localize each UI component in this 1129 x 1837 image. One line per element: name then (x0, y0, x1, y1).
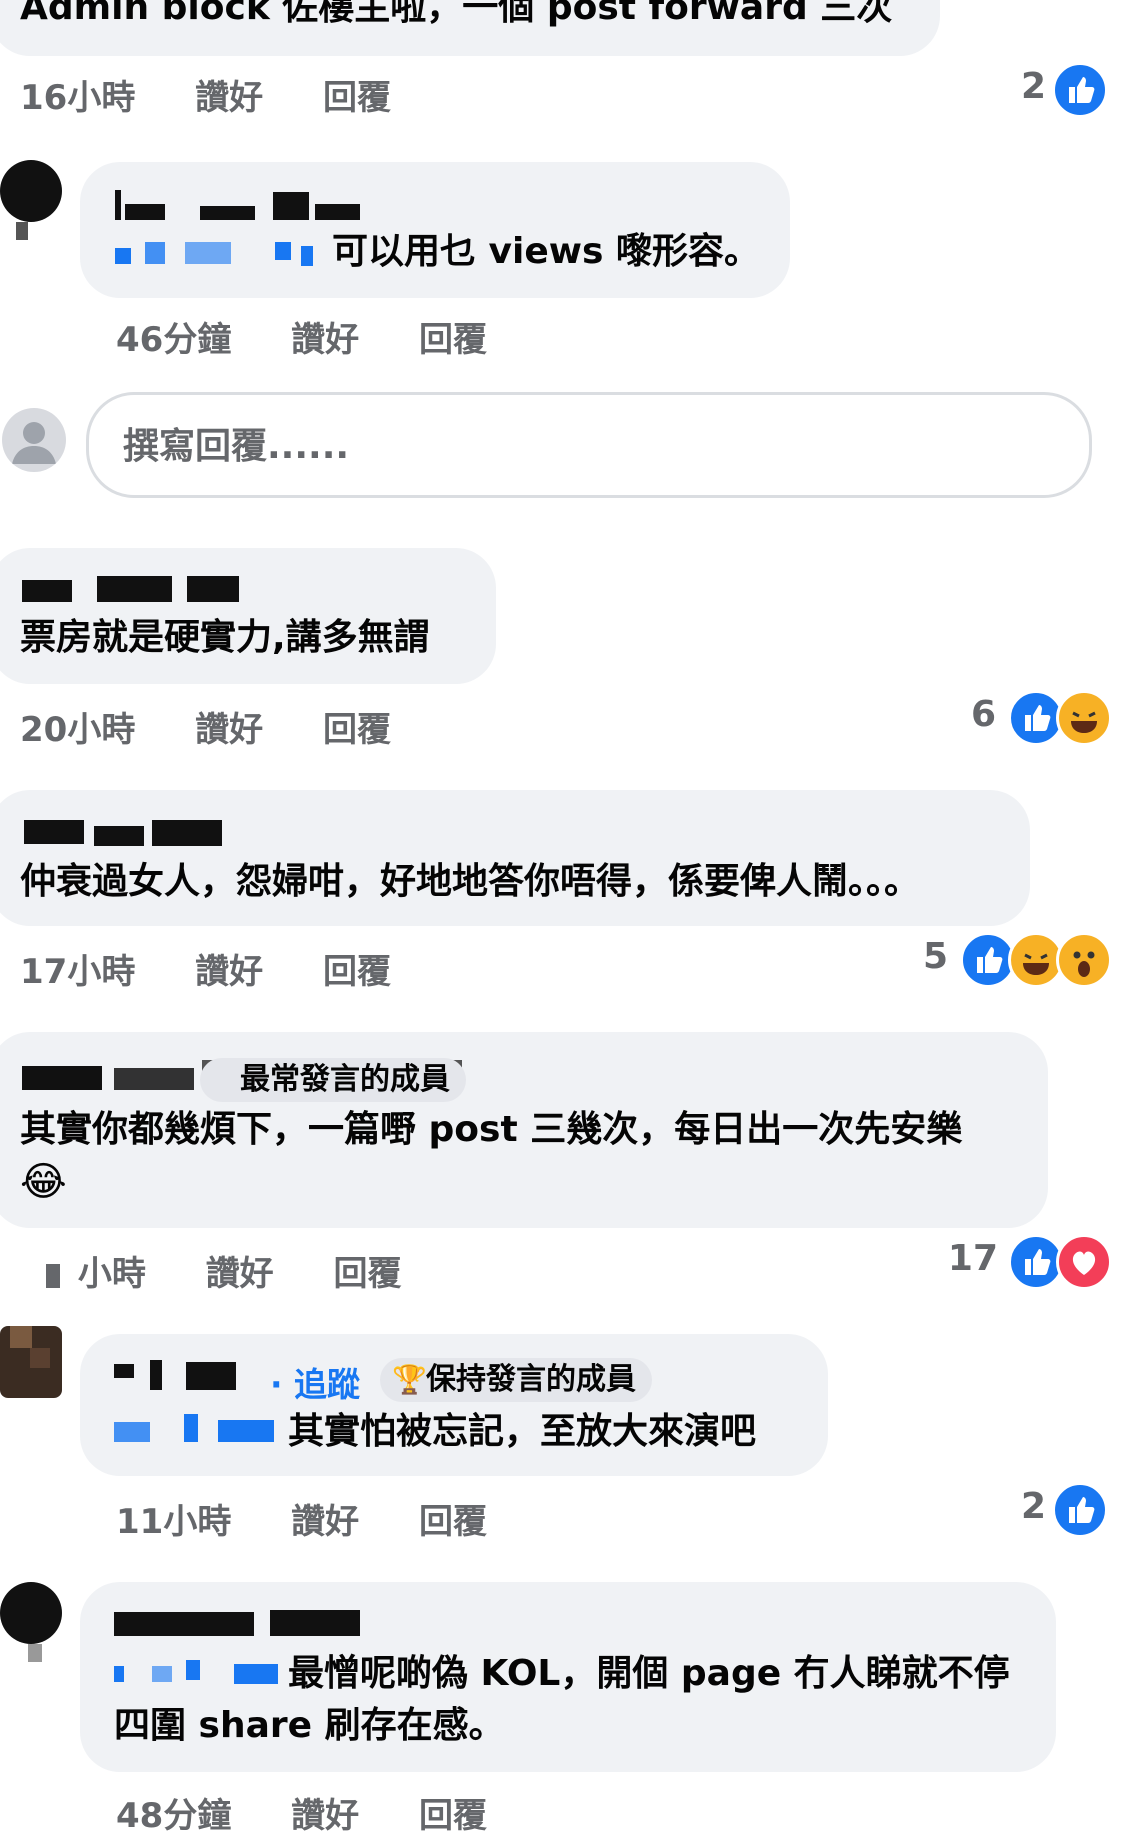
avatar-fragment (16, 222, 28, 240)
like-link[interactable]: 讚好 (291, 312, 359, 361)
like-link[interactable]: 讚好 (206, 1246, 274, 1295)
follow-link[interactable]: · 追蹤 (270, 1358, 360, 1406)
comment-time[interactable]: 小時 (78, 1246, 146, 1295)
reaction-count[interactable]: 6 (950, 694, 996, 735)
redacted-author-name (114, 1358, 244, 1392)
redacted-tag (114, 1412, 284, 1446)
laughing-emoji: 😂 (20, 1159, 67, 1205)
reaction-count[interactable]: 2 (1000, 1486, 1046, 1527)
avatar[interactable] (0, 1326, 62, 1398)
comment-meta: 48分鐘 讚好 回覆 (116, 1788, 487, 1837)
redacted-author-name (24, 816, 224, 848)
reply-link[interactable]: 回覆 (419, 1494, 487, 1543)
badge-label: 保持發言的成員 (426, 1362, 636, 1397)
top-commenter-badge: 最常發言的成員 (200, 1058, 466, 1102)
comment-text: 其實你都幾煩下，一篇嘢 post 三幾次，每日出一次先安樂 (20, 1109, 963, 1150)
redacted-author-name (115, 188, 365, 224)
comment-meta: 17小時 讚好 回覆 (20, 944, 391, 993)
comment-text: 其實怕被忘記，至放大來演吧 (288, 1411, 757, 1452)
time-redacted (46, 1263, 60, 1288)
avatar-fragment (28, 1644, 42, 1662)
comment-time[interactable]: 46分鐘 (116, 312, 231, 361)
comment-text: 可以用乜 views 嚟形容。 (332, 231, 760, 272)
haha-reaction-icon (1056, 690, 1112, 746)
redacted-tag (115, 238, 315, 268)
comment-meta: 11小時 讚好 回覆 (116, 1494, 487, 1543)
redacted-tag (114, 1656, 284, 1686)
like-link[interactable]: 讚好 (195, 702, 263, 751)
reaction-count[interactable]: 5 (900, 936, 948, 977)
love-reaction-icon (1056, 1234, 1112, 1290)
like-link[interactable]: 讚好 (291, 1788, 359, 1837)
reply-link[interactable]: 回覆 (323, 944, 391, 993)
redacted-author-name (114, 1606, 364, 1640)
avatar[interactable] (0, 160, 62, 222)
comment-time[interactable]: 11小時 (116, 1494, 231, 1543)
like-link[interactable]: 讚好 (195, 70, 263, 119)
comment-meta: 46分鐘 讚好 回覆 (116, 312, 487, 361)
member-badge: 🏆 保持發言的成員 (380, 1358, 652, 1402)
user-avatar-icon (2, 408, 66, 472)
comment-time[interactable]: 48分鐘 (116, 1788, 231, 1837)
comment-meta: 小時 讚好 回覆 (20, 1246, 402, 1295)
badge-label: 最常發言的成員 (240, 1062, 450, 1097)
badge-icon: 🏆 (392, 1363, 427, 1396)
avatar[interactable] (0, 1582, 62, 1644)
comment-time[interactable]: 20小時 (20, 702, 135, 751)
like-link[interactable]: 讚好 (195, 944, 263, 993)
reply-link[interactable]: 回覆 (334, 1246, 402, 1295)
reply-input[interactable]: 撰寫回覆...... (86, 392, 1092, 498)
comment-time[interactable]: 16小時 (20, 70, 135, 119)
wow-reaction-icon (1056, 932, 1112, 988)
like-reaction-icon (1052, 1482, 1108, 1538)
comment-text-line2: 四圍 share 刷存在感。 (114, 1705, 505, 1746)
like-reaction-icon (1052, 62, 1108, 118)
reply-link[interactable]: 回覆 (419, 312, 487, 361)
like-link[interactable]: 讚好 (291, 1494, 359, 1543)
reaction-count[interactable]: 17 (940, 1238, 998, 1279)
comment-text: 票房就是硬實力,講多無謂 (20, 617, 430, 658)
comment-meta: 20小時 讚好 回覆 (20, 702, 391, 751)
comment-meta: 16小時 讚好 回覆 (20, 70, 391, 119)
reply-input-placeholder: 撰寫回覆...... (123, 426, 350, 467)
reaction-count[interactable]: 2 (1000, 66, 1046, 107)
reply-link[interactable]: 回覆 (419, 1788, 487, 1837)
reply-link[interactable]: 回覆 (323, 702, 391, 751)
comment-text: 最憎呢啲偽 KOL，開個 page 冇人睇就不停 (288, 1653, 1010, 1694)
comment-text: Admin block 佐樓主啦，一個 post forward 三次 (20, 0, 893, 28)
comment-text: 仲衰過女人，怨婦咁，好地地答你唔得，係要俾人鬧。。。 (20, 861, 921, 902)
comment-time[interactable]: 17小時 (20, 944, 135, 993)
redacted-author-name (22, 572, 242, 604)
reply-link[interactable]: 回覆 (323, 70, 391, 119)
